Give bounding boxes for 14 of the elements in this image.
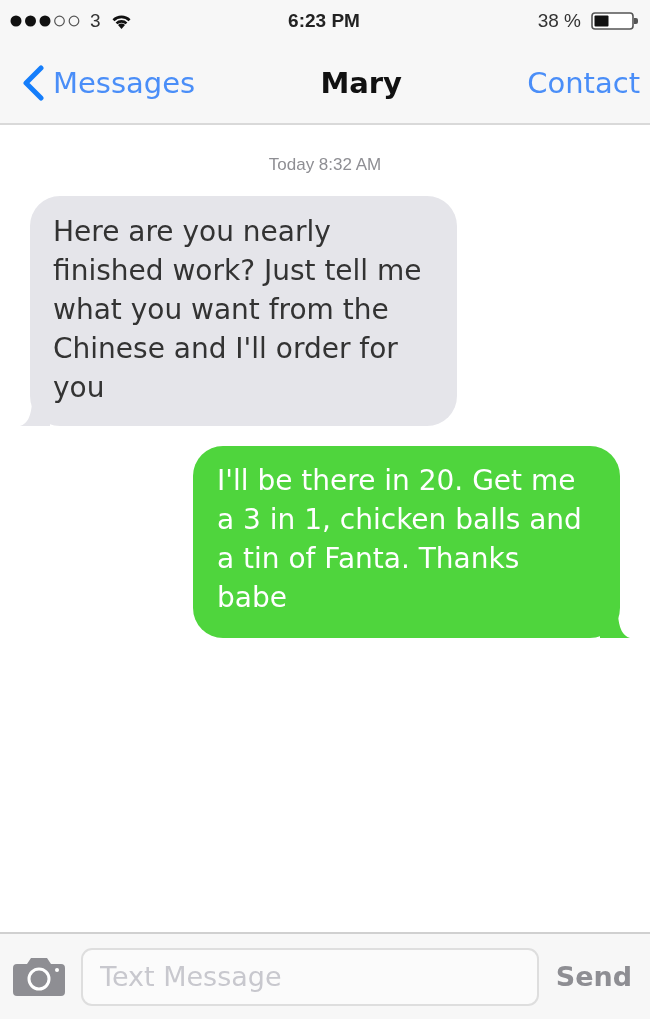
battery-percentage: 38 %	[537, 10, 581, 32]
back-button[interactable]: Messages	[22, 64, 196, 101]
battery-icon	[591, 12, 638, 30]
wifi-icon	[110, 13, 132, 29]
received-message-bubble: Here are you nearly finished work? Just tell me what you want from the Chinese and I'll order for you	[20, 196, 457, 426]
camera-icon[interactable]	[13, 957, 65, 996]
contact-name: Mary	[320, 65, 402, 100]
contact-button[interactable]: Contact	[527, 65, 640, 100]
message-timestamp: Today 8:32 AM	[268, 156, 382, 174]
sent-message-bubble: I'll be there in 20. Get me a 3 in 1, chicken balls and a tin of Fanta. Thanks babe	[193, 446, 630, 638]
chevron-left-icon	[22, 64, 44, 101]
status-time: 6:23 PM	[288, 10, 360, 32]
signal-icon	[10, 15, 80, 27]
carrier-name: 3	[90, 10, 101, 32]
